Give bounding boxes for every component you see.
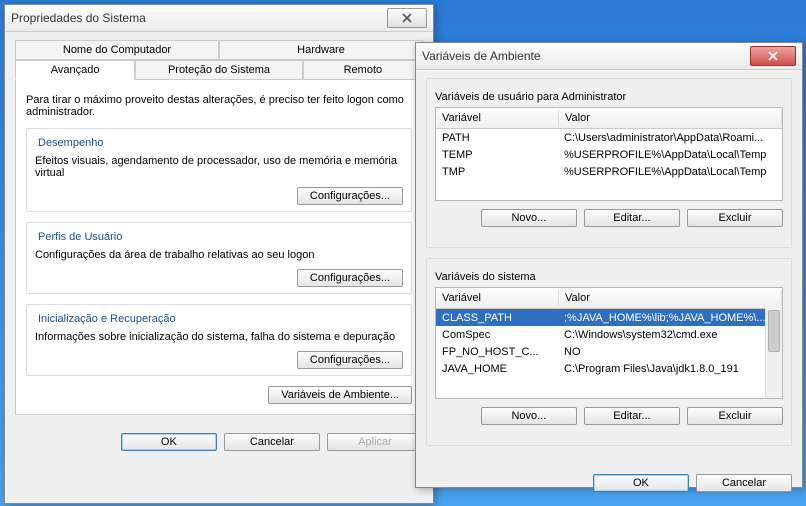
- user-profiles-title: Perfis de Usuário: [35, 231, 125, 243]
- user-profiles-group: Perfis de Usuário Configurações da área …: [26, 222, 412, 294]
- window-body: Variáveis de usuário para Administrator …: [416, 70, 802, 466]
- table-header: Variável Valor: [436, 108, 782, 129]
- tab-row-1: Nome do Computador Hardware: [15, 40, 423, 61]
- startup-recovery-desc: Informações sobre inicialização do siste…: [35, 331, 403, 343]
- startup-recovery-title: Inicialização e Recuperação: [35, 313, 179, 325]
- cell-variable: ComSpec: [436, 328, 558, 342]
- tab-remote[interactable]: Remoto: [303, 60, 423, 80]
- cancel-button[interactable]: Cancelar: [696, 474, 792, 492]
- user-profiles-desc: Configurações da área de trabalho relati…: [35, 249, 403, 261]
- system-vars-buttons: Novo... Editar... Excluir: [435, 407, 783, 425]
- system-properties-window: Propriedades do Sistema Nome do Computad…: [4, 4, 434, 504]
- table-row[interactable]: JAVA_HOMEC:\Program Files\Java\jdk1.8.0_…: [436, 360, 782, 377]
- apply-button: Aplicar: [327, 433, 423, 451]
- cell-value: C:\Program Files\Java\jdk1.8.0_191: [558, 362, 782, 376]
- window-title: Variáveis de Ambiente: [422, 49, 750, 63]
- close-button[interactable]: [387, 8, 427, 28]
- tab-row-2: Avançado Proteção do Sistema Remoto: [15, 60, 423, 81]
- performance-settings-button[interactable]: Configurações...: [297, 187, 403, 205]
- startup-recovery-group: Inicialização e Recuperação Informações …: [26, 304, 412, 376]
- user-new-button[interactable]: Novo...: [481, 209, 577, 227]
- performance-desc: Efeitos visuais, agendamento de processa…: [35, 155, 403, 179]
- cell-variable: CLASS_PATH: [436, 311, 558, 325]
- window-body: Nome do Computador Hardware Avançado Pro…: [5, 32, 433, 425]
- system-vars-table[interactable]: Variável Valor CLASS_PATH;%JAVA_HOME%\li…: [435, 287, 783, 399]
- user-vars-table[interactable]: Variável Valor PATHC:\Users\administrato…: [435, 107, 783, 201]
- user-vars-buttons: Novo... Editar... Excluir: [435, 209, 783, 227]
- cell-variable: TMP: [436, 165, 558, 179]
- cell-variable: FP_NO_HOST_C...: [436, 345, 558, 359]
- cell-value: NO: [558, 345, 782, 359]
- cell-value: C:\Users\administrator\AppData\Roami...: [558, 131, 782, 145]
- table-row[interactable]: TEMP%USERPROFILE%\AppData\Local\Temp: [436, 146, 782, 163]
- cell-value: ;%JAVA_HOME%\lib;%JAVA_HOME%\...: [558, 311, 782, 325]
- cancel-button[interactable]: Cancelar: [224, 433, 320, 451]
- performance-group: Desempenho Efeitos visuais, agendamento …: [26, 128, 412, 212]
- close-button[interactable]: [750, 46, 796, 66]
- col-variable[interactable]: Variável: [436, 110, 559, 126]
- intro-text: Para tirar o máximo proveito destas alte…: [26, 94, 412, 118]
- tab-advanced[interactable]: Avançado: [15, 60, 135, 80]
- titlebar[interactable]: Variáveis de Ambiente: [416, 43, 802, 70]
- system-new-button[interactable]: Novo...: [481, 407, 577, 425]
- tab-advanced-panel: Para tirar o máximo proveito destas alte…: [15, 80, 423, 415]
- table-row[interactable]: TMP%USERPROFILE%\AppData\Local\Temp: [436, 163, 782, 180]
- table-row[interactable]: PATHC:\Users\administrator\AppData\Roami…: [436, 129, 782, 146]
- col-value[interactable]: Valor: [559, 290, 782, 306]
- system-edit-button[interactable]: Editar...: [584, 407, 680, 425]
- close-icon: [402, 13, 412, 23]
- user-vars-label: Variáveis de usuário para Administrator: [435, 91, 783, 103]
- tab-computer-name[interactable]: Nome do Computador: [15, 40, 219, 60]
- dialog-buttons: OK Cancelar Aplicar: [5, 425, 433, 461]
- user-profiles-settings-button[interactable]: Configurações...: [297, 269, 403, 287]
- cell-value: %USERPROFILE%\AppData\Local\Temp: [558, 148, 782, 162]
- scrollbar-thumb[interactable]: [768, 310, 780, 352]
- ok-button[interactable]: OK: [593, 474, 689, 492]
- cell-value: %USERPROFILE%\AppData\Local\Temp: [558, 165, 782, 179]
- dialog-buttons: OK Cancelar: [416, 466, 802, 502]
- cell-variable: PATH: [436, 131, 558, 145]
- cell-value: C:\Windows\system32\cmd.exe: [558, 328, 782, 342]
- cell-variable: JAVA_HOME: [436, 362, 558, 376]
- scrollbar[interactable]: [765, 308, 782, 398]
- table-header: Variável Valor: [436, 288, 782, 309]
- titlebar[interactable]: Propriedades do Sistema: [5, 5, 433, 32]
- user-vars-group: Variáveis de usuário para Administrator …: [426, 78, 792, 248]
- close-icon: [768, 51, 778, 61]
- startup-recovery-settings-button[interactable]: Configurações...: [297, 351, 403, 369]
- ok-button[interactable]: OK: [121, 433, 217, 451]
- environment-variables-window: Variáveis de Ambiente Variáveis de usuár…: [415, 42, 803, 488]
- tab-system-protection[interactable]: Proteção do Sistema: [135, 60, 303, 80]
- tab-hardware[interactable]: Hardware: [219, 40, 423, 60]
- user-edit-button[interactable]: Editar...: [584, 209, 680, 227]
- col-variable[interactable]: Variável: [436, 290, 559, 306]
- table-row[interactable]: CLASS_PATH;%JAVA_HOME%\lib;%JAVA_HOME%\.…: [436, 309, 782, 326]
- system-vars-group: Variáveis do sistema Variável Valor CLAS…: [426, 258, 792, 446]
- system-delete-button[interactable]: Excluir: [687, 407, 783, 425]
- system-vars-label: Variáveis do sistema: [435, 271, 783, 283]
- performance-title: Desempenho: [35, 137, 106, 149]
- table-row[interactable]: ComSpecC:\Windows\system32\cmd.exe: [436, 326, 782, 343]
- environment-variables-button[interactable]: Variáveis de Ambiente...: [268, 386, 412, 404]
- window-title: Propriedades do Sistema: [11, 11, 387, 25]
- table-row[interactable]: FP_NO_HOST_C...NO: [436, 343, 782, 360]
- cell-variable: TEMP: [436, 148, 558, 162]
- col-value[interactable]: Valor: [559, 110, 782, 126]
- user-delete-button[interactable]: Excluir: [687, 209, 783, 227]
